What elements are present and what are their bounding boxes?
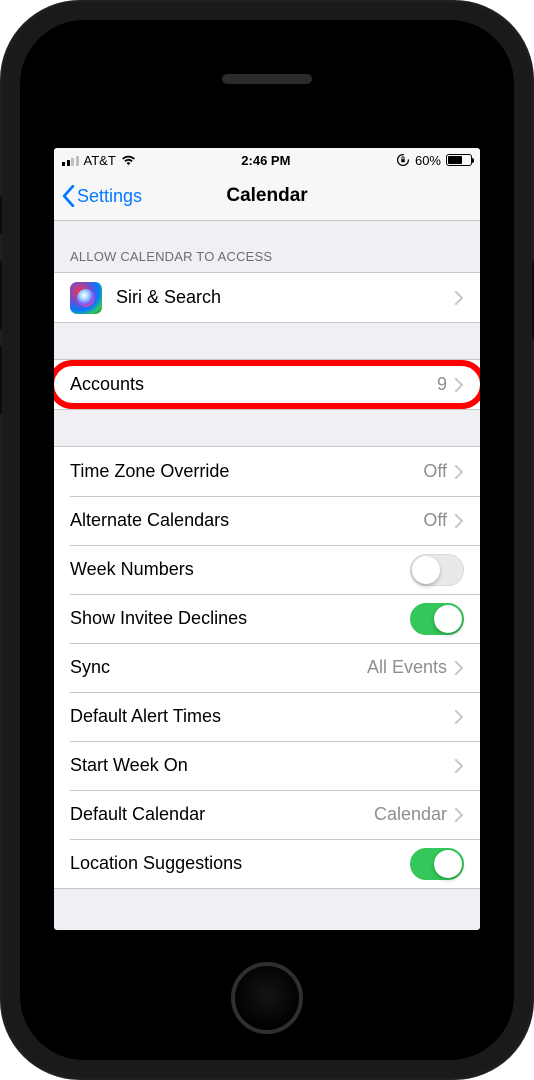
- row-sync[interactable]: Sync All Events: [54, 643, 480, 692]
- row-label: Sync: [70, 657, 367, 678]
- chevron-right-icon: [455, 710, 464, 724]
- battery-fill: [448, 156, 462, 164]
- row-value: Calendar: [374, 804, 447, 825]
- cell-signal-icon: [62, 155, 79, 166]
- chevron-right-icon: [455, 291, 464, 305]
- row-value: 9: [437, 374, 447, 395]
- chevron-right-icon: [455, 661, 464, 675]
- wifi-icon: [121, 155, 136, 166]
- chevron-right-icon: [455, 378, 464, 392]
- row-label: Default Alert Times: [70, 706, 455, 727]
- row-label: Start Week On: [70, 755, 455, 776]
- row-alternate-calendars[interactable]: Alternate Calendars Off: [54, 496, 480, 545]
- chevron-right-icon: [455, 465, 464, 479]
- row-label: Accounts: [70, 374, 437, 395]
- row-value: Off: [423, 510, 447, 531]
- row-default-alert-times[interactable]: Default Alert Times: [54, 692, 480, 741]
- siri-icon: [70, 282, 102, 314]
- row-value: Off: [423, 461, 447, 482]
- row-label: Alternate Calendars: [70, 510, 423, 531]
- toggle-location-suggestions[interactable]: [410, 848, 464, 880]
- screen: AT&T 2:46 PM 60%: [54, 148, 480, 930]
- group-accounts: Accounts 9: [54, 359, 480, 410]
- row-show-invitee-declines: Show Invitee Declines: [54, 594, 480, 643]
- group-siri: Siri & Search: [54, 272, 480, 323]
- row-start-week-on[interactable]: Start Week On: [54, 741, 480, 790]
- mute-switch: [0, 195, 2, 235]
- navigation-bar: Settings Calendar: [54, 172, 480, 221]
- row-label: Week Numbers: [70, 559, 410, 580]
- row-label: Default Calendar: [70, 804, 374, 825]
- row-value: All Events: [367, 657, 447, 678]
- row-siri-search[interactable]: Siri & Search: [54, 273, 480, 322]
- row-label: Show Invitee Declines: [70, 608, 410, 629]
- home-button[interactable]: [231, 962, 303, 1034]
- volume-up-button: [0, 260, 2, 330]
- row-label: Location Suggestions: [70, 853, 410, 874]
- row-week-numbers: Week Numbers: [54, 545, 480, 594]
- earpiece-speaker: [222, 74, 312, 84]
- section-header-access: ALLOW CALENDAR TO ACCESS: [54, 221, 480, 272]
- battery-icon: [446, 154, 472, 166]
- row-accounts[interactable]: Accounts 9: [54, 360, 480, 409]
- group-main-settings: Time Zone Override Off Alternate Calenda…: [54, 446, 480, 889]
- row-timezone-override[interactable]: Time Zone Override Off: [54, 447, 480, 496]
- accounts-highlight: Accounts 9: [54, 359, 480, 410]
- clock-label: 2:46 PM: [241, 153, 290, 168]
- chevron-right-icon: [455, 759, 464, 773]
- volume-down-button: [0, 345, 2, 415]
- chevron-right-icon: [455, 808, 464, 822]
- row-location-suggestions: Location Suggestions: [54, 839, 480, 888]
- carrier-label: AT&T: [84, 153, 116, 168]
- row-label: Time Zone Override: [70, 461, 423, 482]
- chevron-right-icon: [455, 514, 464, 528]
- toggle-invitee-declines[interactable]: [410, 603, 464, 635]
- back-button[interactable]: Settings: [62, 185, 142, 207]
- row-default-calendar[interactable]: Default Calendar Calendar: [54, 790, 480, 839]
- rotation-lock-icon: [396, 153, 410, 167]
- battery-percent-label: 60%: [415, 153, 441, 168]
- back-label: Settings: [77, 186, 142, 207]
- chevron-left-icon: [62, 185, 75, 207]
- row-label: Siri & Search: [116, 287, 455, 308]
- toggle-week-numbers[interactable]: [410, 554, 464, 586]
- iphone-device-frame: AT&T 2:46 PM 60%: [0, 0, 534, 1080]
- status-bar: AT&T 2:46 PM 60%: [54, 148, 480, 172]
